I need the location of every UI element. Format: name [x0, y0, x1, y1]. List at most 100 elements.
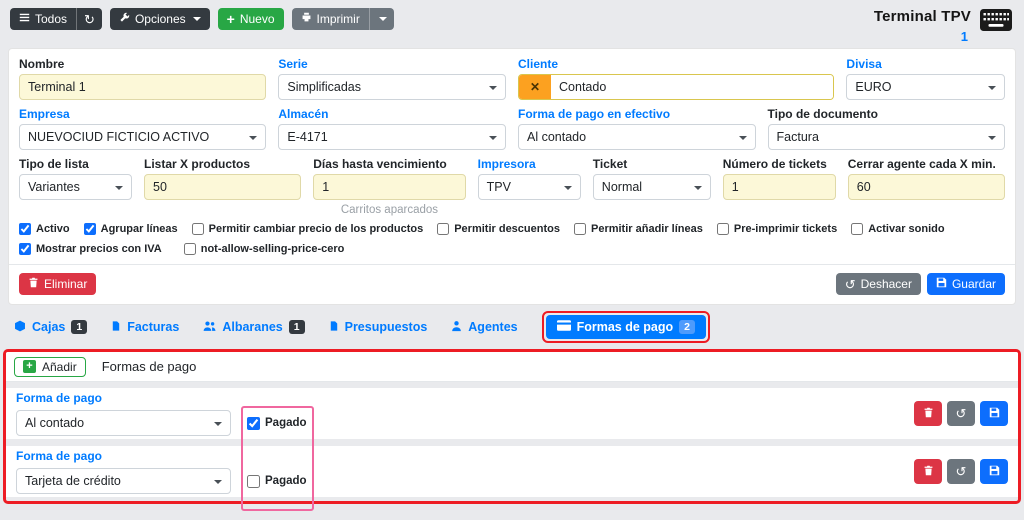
- guardar-button[interactable]: Guardar: [927, 273, 1005, 295]
- opciones-button[interactable]: Opciones: [110, 8, 210, 30]
- page-title: Terminal TPV: [874, 8, 971, 25]
- dias-vencimiento-value: 1: [322, 180, 329, 194]
- tab-albaranes-label: Albaranes: [222, 320, 282, 334]
- file-icon: [111, 320, 121, 335]
- almacen-value: E-4171: [287, 130, 327, 144]
- impresora-label: Impresora: [478, 157, 581, 171]
- permitir-cambiar-precio-checkbox[interactable]: Permitir cambiar precio de los productos: [192, 223, 424, 235]
- terminal-form-panel: Nombre Terminal 1 Serie Simplificadas Cl…: [8, 48, 1016, 305]
- save-payment-button-1[interactable]: [980, 401, 1008, 426]
- activo-checkbox-input[interactable]: [19, 223, 31, 235]
- tab-cajas[interactable]: Cajas 1: [14, 320, 87, 335]
- trash-icon: [923, 406, 934, 421]
- impresora-value: TPV: [487, 180, 511, 194]
- pagado-checkbox-label-2: Pagado: [265, 475, 307, 487]
- todos-button-label: Todos: [35, 12, 67, 26]
- cliente-input-group: ✕ Contado: [518, 74, 834, 100]
- anadir-button[interactable]: + Añadir: [14, 357, 86, 377]
- pre-imprimir-tickets-checkbox-input[interactable]: [717, 223, 729, 235]
- guardar-button-label: Guardar: [952, 277, 996, 291]
- checkbox-row-2: Mostrar precios con IVA not-allow-sellin…: [19, 243, 1005, 255]
- undo-payment-button-1[interactable]: ↺: [947, 401, 975, 426]
- undo-payment-button-2[interactable]: ↺: [947, 459, 975, 484]
- numero-tickets-input[interactable]: 1: [723, 174, 836, 200]
- imprimir-button[interactable]: Imprimir: [292, 8, 369, 30]
- pagado-checkbox-input-1[interactable]: [247, 417, 260, 430]
- pagado-checkbox-1[interactable]: Pagado: [247, 417, 307, 430]
- divisa-select[interactable]: EURO: [846, 74, 1005, 100]
- tab-facturas-label: Facturas: [127, 320, 179, 334]
- delete-payment-button-1[interactable]: [914, 401, 942, 426]
- forma-de-pago-select-1[interactable]: Al contado: [16, 410, 231, 436]
- permitir-descuentos-checkbox-input[interactable]: [437, 223, 449, 235]
- agrupar-lineas-checkbox-input[interactable]: [84, 223, 96, 235]
- nombre-input[interactable]: Terminal 1: [19, 74, 266, 100]
- delete-payment-button-2[interactable]: [914, 459, 942, 484]
- refresh-button[interactable]: ↻: [76, 8, 102, 30]
- save-payment-button-2[interactable]: [980, 459, 1008, 484]
- forma-de-pago-value-1: Al contado: [25, 416, 84, 430]
- serie-select[interactable]: Simplificadas: [278, 74, 506, 100]
- not-allow-selling-price-cero-checkbox-input[interactable]: [184, 243, 196, 255]
- wrench-icon: [119, 12, 130, 26]
- undo-icon: ↺: [845, 278, 856, 291]
- form-row-1: Nombre Terminal 1 Serie Simplificadas Cl…: [19, 57, 1005, 100]
- users-icon: [203, 320, 216, 335]
- pagado-checkbox-input-2[interactable]: [247, 475, 260, 488]
- tab-albaranes[interactable]: Albaranes 1: [203, 320, 304, 335]
- cerrar-agente-input[interactable]: 60: [848, 174, 1005, 200]
- imprimir-dropdown-button[interactable]: [369, 8, 394, 30]
- listar-productos-input[interactable]: 50: [144, 174, 301, 200]
- ticket-value: Normal: [602, 180, 642, 194]
- ticket-select[interactable]: Normal: [593, 174, 711, 200]
- tab-presupuestos[interactable]: Presupuestos: [329, 320, 428, 335]
- deshacer-button[interactable]: ↺ Deshacer: [836, 273, 921, 295]
- activar-sonido-checkbox[interactable]: Activar sonido: [851, 223, 944, 235]
- divisa-value: EURO: [855, 80, 891, 94]
- permitir-cambiar-precio-checkbox-label: Permitir cambiar precio de los productos: [209, 223, 424, 235]
- dias-vencimiento-input[interactable]: 1: [313, 174, 465, 200]
- mostrar-precios-iva-checkbox-input[interactable]: [19, 243, 31, 255]
- impresora-select[interactable]: TPV: [478, 174, 581, 200]
- tab-formas-de-pago[interactable]: Formas de pago 2: [546, 315, 706, 339]
- permitir-cambiar-precio-checkbox-input[interactable]: [192, 223, 204, 235]
- listar-productos-label: Listar X productos: [144, 157, 301, 171]
- todos-button[interactable]: Todos: [10, 8, 76, 30]
- mostrar-precios-iva-checkbox[interactable]: Mostrar precios con IVA: [19, 243, 162, 255]
- plus-icon: +: [227, 12, 235, 26]
- forma-de-pago-select-2[interactable]: Tarjeta de crédito: [16, 468, 231, 494]
- not-allow-selling-price-cero-checkbox[interactable]: not-allow-selling-price-cero: [184, 243, 345, 255]
- listar-productos-value: 50: [153, 180, 167, 194]
- payment-row-1: Forma de pago Al contado Pagado ↺: [6, 388, 1018, 439]
- nuevo-button[interactable]: + Nuevo: [218, 8, 284, 30]
- tab-agentes[interactable]: Agentes: [451, 320, 517, 335]
- permitir-anadir-lineas-checkbox[interactable]: Permitir añadir líneas: [574, 223, 703, 235]
- cliente-clear-button[interactable]: ✕: [519, 75, 551, 99]
- empresa-select[interactable]: NUEVOCIUD FICTICIO ACTIVO: [19, 124, 266, 150]
- almacen-select[interactable]: E-4171: [278, 124, 506, 150]
- undo-icon: ↺: [956, 465, 967, 478]
- tab-facturas[interactable]: Facturas: [111, 320, 179, 335]
- tipo-documento-select[interactable]: Factura: [768, 124, 1006, 150]
- forma-de-pago-label: Forma de pago: [16, 391, 307, 405]
- activar-sonido-checkbox-input[interactable]: [851, 223, 863, 235]
- payments-header: + Añadir Formas de pago: [6, 352, 1018, 382]
- tipo-lista-select[interactable]: Variantes: [19, 174, 132, 200]
- top-toolbar: Todos ↻ Opciones + Nuevo Imprimir Termin…: [0, 0, 1024, 42]
- payments-section-annotation: + Añadir Formas de pago Forma de pago Al…: [3, 349, 1021, 504]
- forma-pago-efectivo-select[interactable]: Al contado: [518, 124, 756, 150]
- pagado-checkbox-2[interactable]: Pagado: [247, 475, 307, 488]
- permitir-anadir-lineas-checkbox-input[interactable]: [574, 223, 586, 235]
- agrupar-lineas-checkbox[interactable]: Agrupar líneas: [84, 223, 178, 235]
- deshacer-button-label: Deshacer: [861, 277, 912, 291]
- pre-imprimir-tickets-checkbox[interactable]: Pre-imprimir tickets: [717, 223, 837, 235]
- trash-icon: [28, 277, 39, 291]
- permitir-descuentos-checkbox[interactable]: Permitir descuentos: [437, 223, 560, 235]
- carritos-aparcados-label: Carritos aparcados: [313, 204, 465, 217]
- tipo-lista-label: Tipo de lista: [19, 157, 132, 171]
- nuevo-button-label: Nuevo: [240, 12, 275, 26]
- activo-checkbox[interactable]: Activo: [19, 223, 70, 235]
- eliminar-button[interactable]: Eliminar: [19, 273, 96, 295]
- save-icon: [989, 464, 1000, 479]
- cliente-input[interactable]: Contado: [551, 75, 833, 99]
